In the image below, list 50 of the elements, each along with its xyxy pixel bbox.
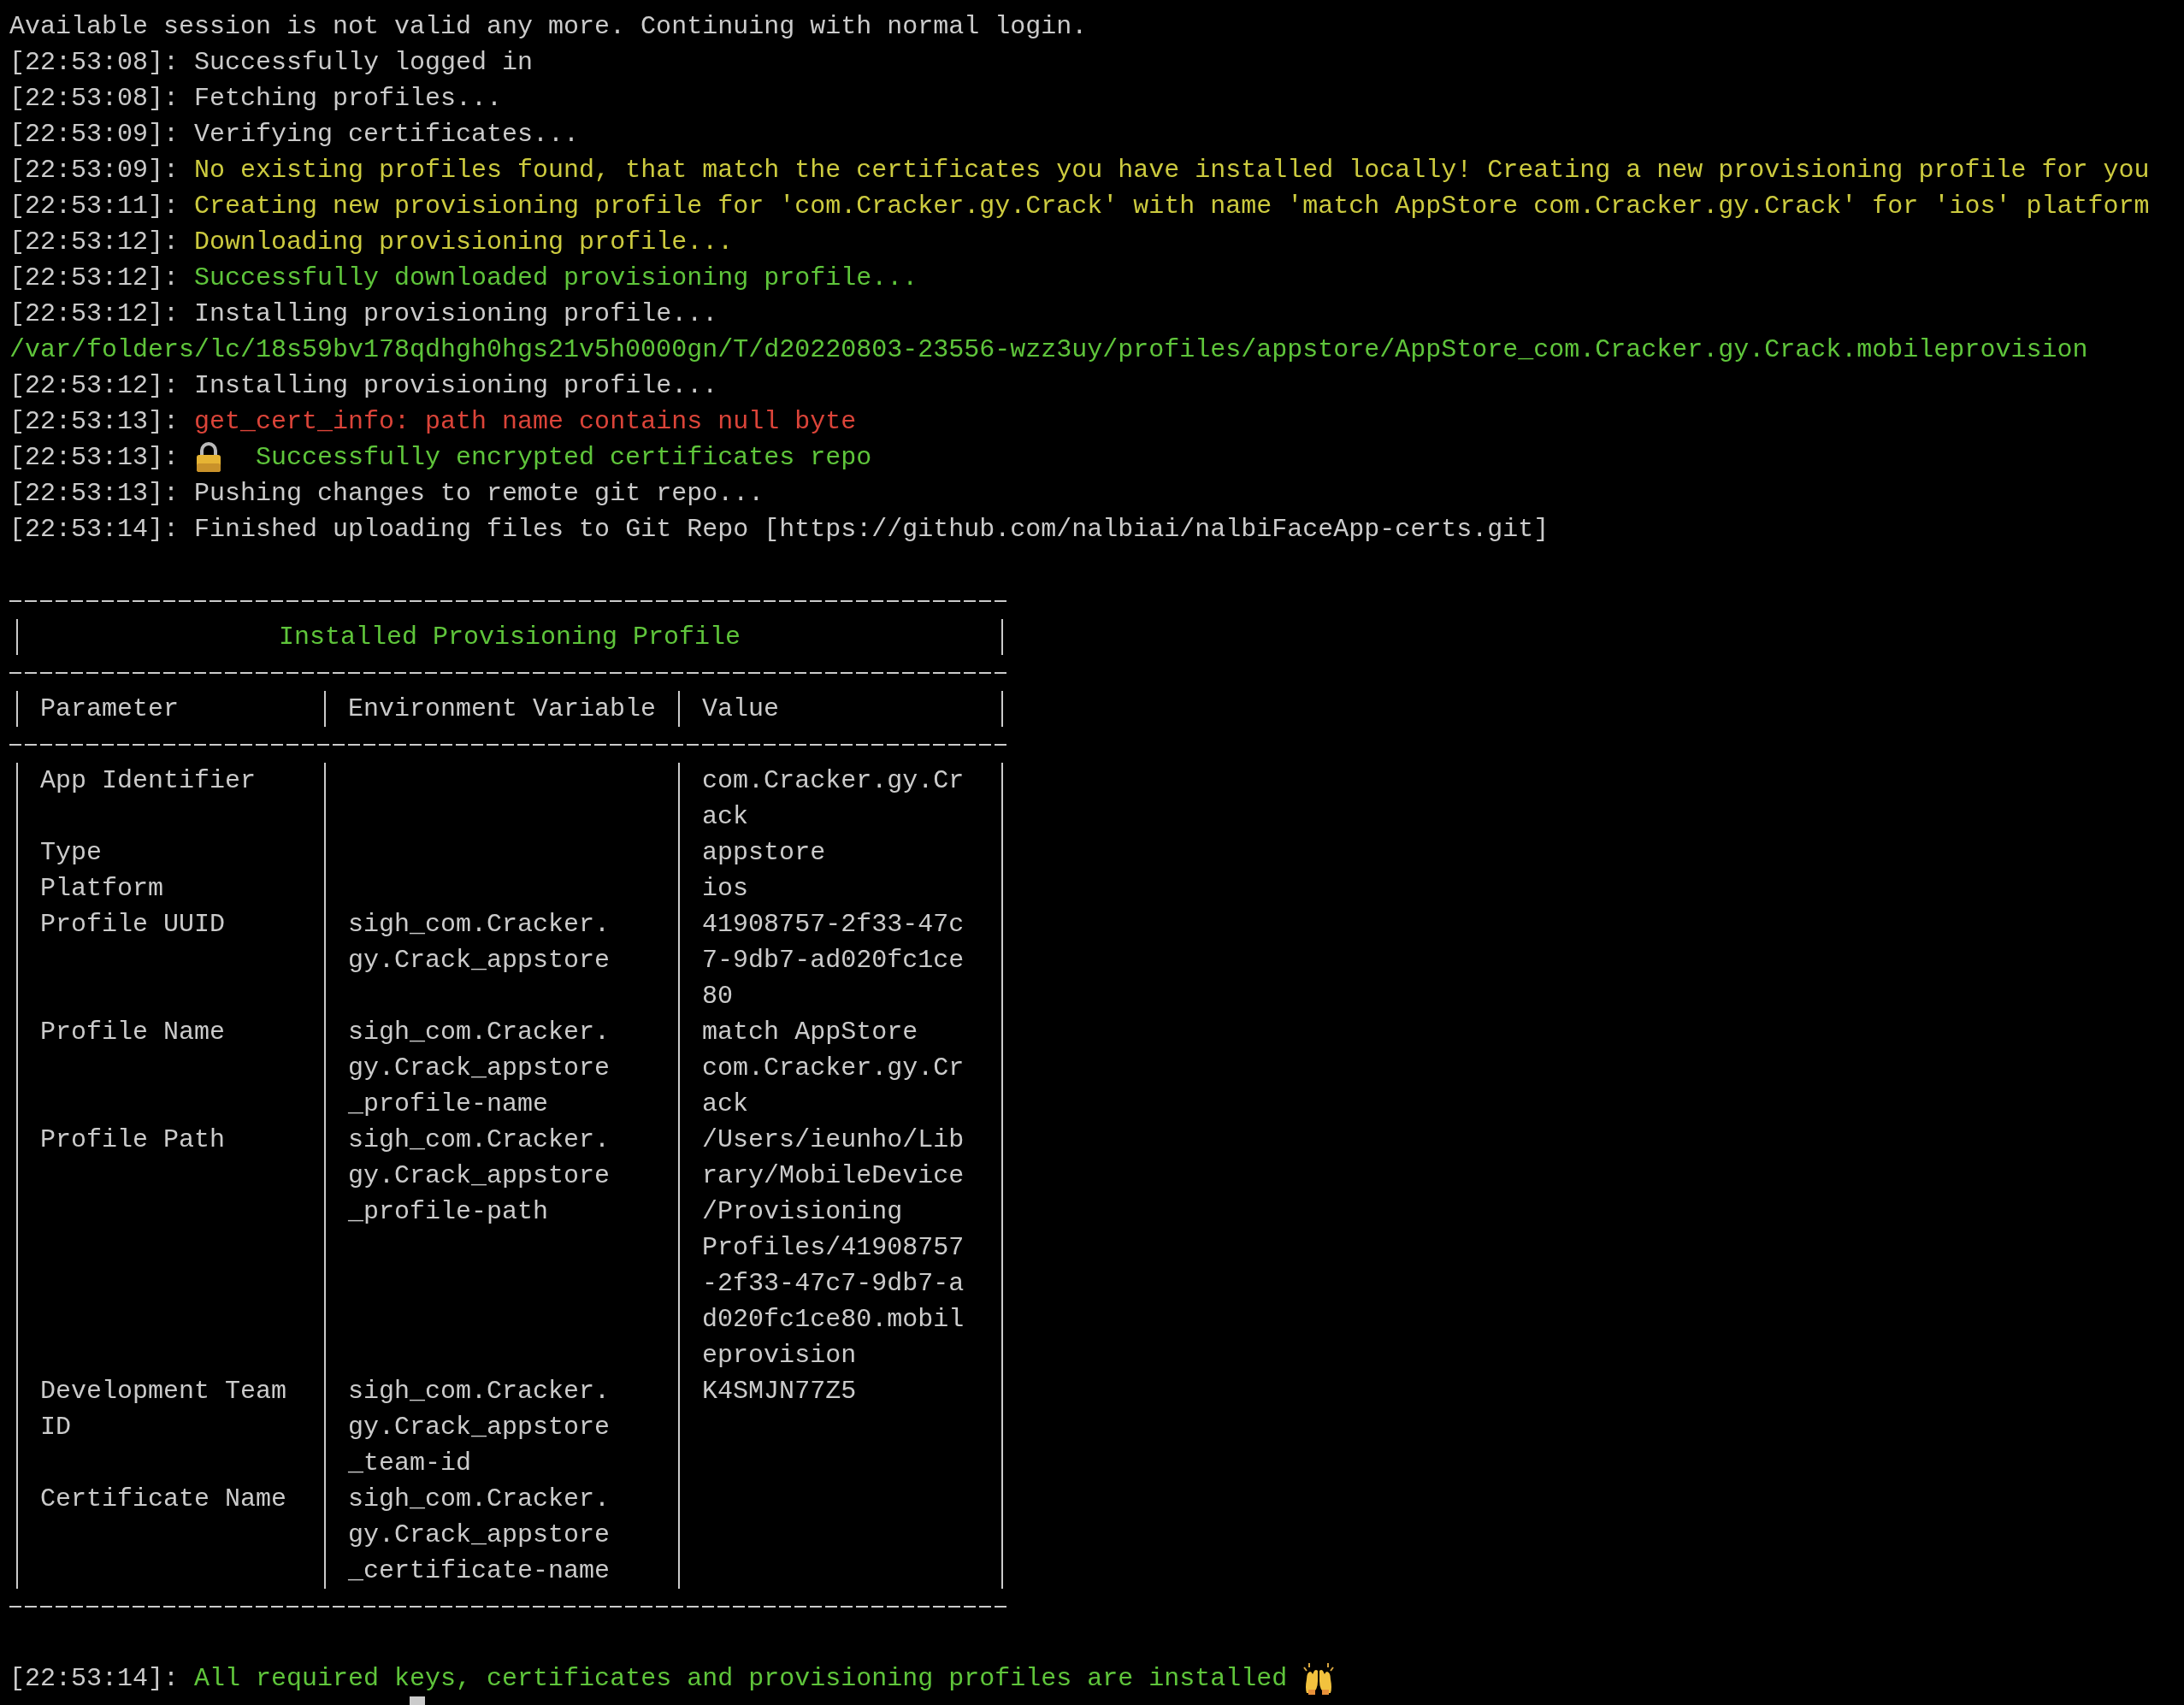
table-cell-text: K4SMJN77Z5 <box>701 1376 858 1407</box>
log-message: All required keys, certificates and provisioning profiles are installed <box>194 1664 1288 1693</box>
log-message: Verifying certificates... <box>194 120 580 149</box>
log-message: Creating new provisioning profile for 'com.Cracker.gy.Crack' with name 'match AppStore com.Cracker.gy.Crack' for 'ios' platform <box>194 192 2150 221</box>
log-message: Fetching profiles... <box>194 84 503 113</box>
log-message: /var/folders/lc/18s59bv178qdhgh0hgs21v5h0000gn/T/d20220803-23556-wzz3uy/profiles/appstore/AppStore_com.Cracker.gy.Crack.mobileprovision <box>9 335 2088 364</box>
table-cell-text: sigh_com.Cracker. gy.Crack_appstore _profile-path <box>347 1124 611 1228</box>
timestamp: [22:53:13]: <box>9 479 180 508</box>
table-cell-text: Type <box>39 837 103 869</box>
timestamp: [22:53:13]: <box>9 443 180 472</box>
column-header: Value <box>701 693 781 725</box>
timestamp: [22:53:13]: <box>9 407 180 436</box>
log-message: Installing provisioning profile... <box>194 299 718 328</box>
log-message: Successfully downloaded provisioning profile... <box>194 263 918 292</box>
timestamp: [22:53:12]: <box>9 263 180 292</box>
column-header: Parameter <box>39 693 180 725</box>
table-cell-text: sigh_com.Cracker. gy.Crack_appstore _certificate-name <box>347 1484 611 1587</box>
log-message: Pushing changes to remote git repo... <box>194 479 764 508</box>
log-message: get_cert_info: path name contains null byte <box>194 407 857 436</box>
table-cell-text: Profile UUID <box>39 909 227 941</box>
table-cell-text: sigh_com.Cracker. gy.Crack_appstore <box>347 909 611 976</box>
table-title: Installed Provisioning Profile <box>278 622 742 653</box>
timestamp: [22:53:14]: <box>9 515 180 544</box>
table-cell-text: appstore <box>701 837 827 869</box>
log-message: Installing provisioning profile... <box>194 371 718 400</box>
column-header: Environment Variable <box>347 693 658 725</box>
timestamp: [22:53:09]: <box>9 156 180 185</box>
table-cell-text: Development Team ID <box>39 1376 288 1443</box>
table-cell-text: /Users/ieunho/Lib rary/MobileDevice /Provisioning Profiles/41908757 -2f33-47c7-9db7-a d020fc1ce80.mobil eprovision <box>701 1124 965 1372</box>
timestamp: [22:53:11]: <box>9 192 180 221</box>
table-cell-text: Profile Path <box>39 1124 227 1156</box>
timestamp: [22:53:12]: <box>9 227 180 257</box>
log-message: Successfully encrypted certificates repo <box>256 443 872 472</box>
table-cell-text: App Identifier <box>39 765 257 797</box>
timestamp: [22:53:08]: <box>9 84 180 113</box>
table-cell-text: Profile Name <box>39 1017 227 1048</box>
timestamp: [22:53:08]: <box>9 48 180 77</box>
table-cell-text: Certificate Name <box>39 1484 288 1515</box>
log-message: Finished uploading files to Git Repo [https://github.com/nalbiai/nalbiFaceApp-certs.git] <box>194 515 1549 544</box>
log-message: No existing profiles found, that match the certificates you have installed locally! Creating a new provisioning profile for you <box>194 156 2150 185</box>
table-cell-text: match AppStore com.Cracker.gy.Cr ack <box>701 1017 965 1120</box>
timestamp: [22:53:09]: <box>9 120 180 149</box>
log-message: Downloading provisioning profile... <box>194 227 734 257</box>
timestamp: [22:53:12]: <box>9 299 180 328</box>
table-cell-text: ios <box>701 873 750 905</box>
log-message: Successfully logged in <box>194 48 534 77</box>
log-message: Available session is not valid any more. Continuing with normal login. <box>9 12 1088 41</box>
table-cell-text: Platform <box>39 873 165 905</box>
timestamp: [22:53:14]: <box>9 1664 180 1693</box>
timestamp: [22:53:12]: <box>9 371 180 400</box>
